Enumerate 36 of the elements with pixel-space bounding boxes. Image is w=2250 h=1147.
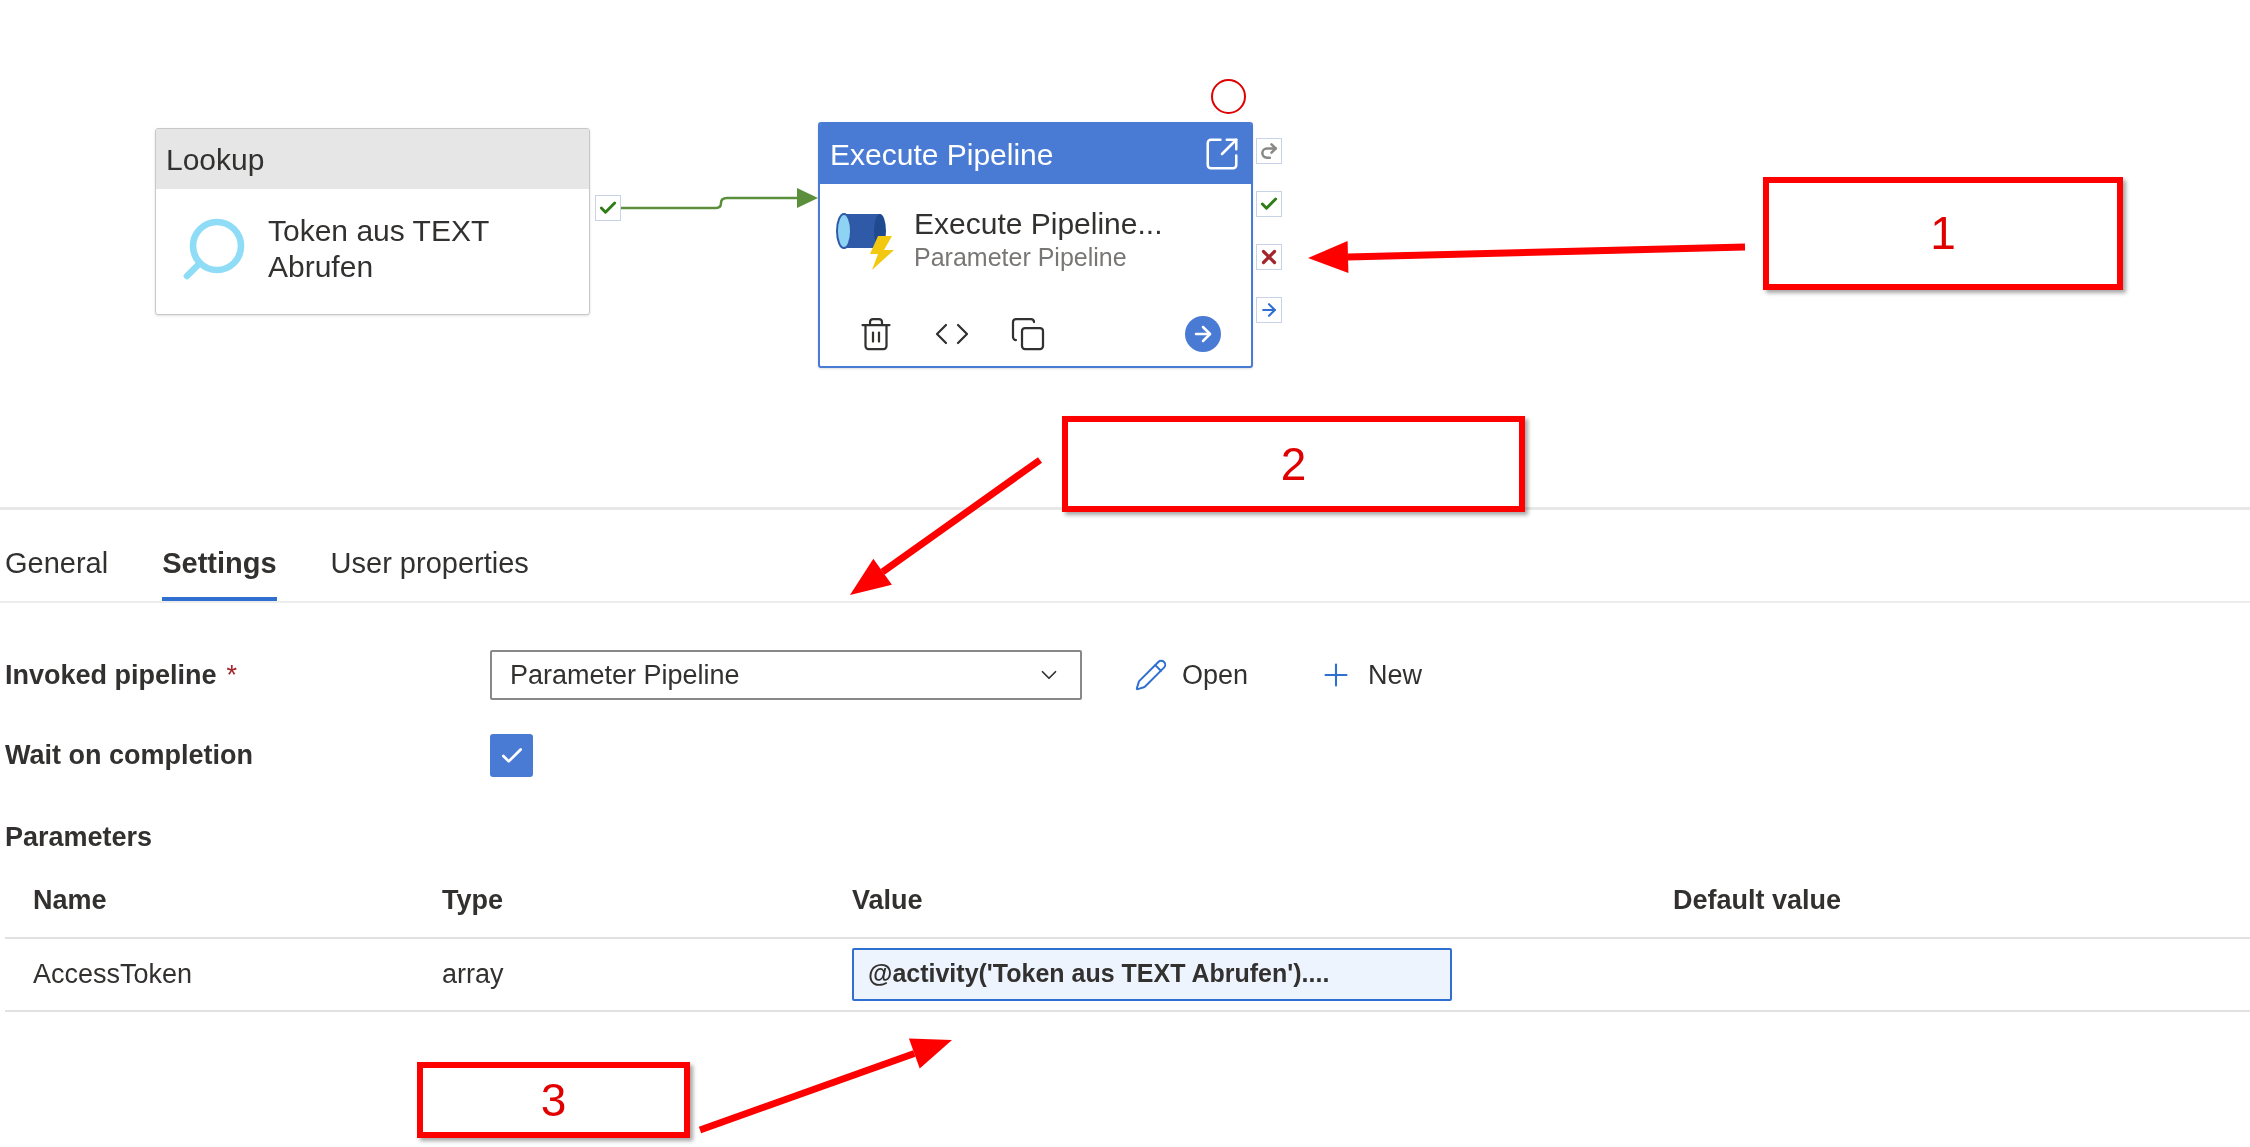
tab[interactable]: General (5, 541, 109, 601)
activity-type: Lookup (166, 141, 265, 178)
completion-port-icon[interactable] (1256, 297, 1282, 323)
tab[interactable]: Settings (162, 541, 277, 601)
field-label: Invoked pipeline (5, 658, 217, 692)
column-header: Type (442, 883, 503, 917)
field-label: Wait on completion (5, 739, 254, 773)
skip-port-icon[interactable] (1256, 138, 1282, 164)
success-port-icon[interactable] (1256, 191, 1282, 217)
activity-name: Execute Pipeline... (914, 206, 1163, 242)
success-port-icon[interactable] (595, 195, 621, 221)
annotation-box: 1 (1763, 177, 2123, 290)
column-header: Name (33, 883, 107, 917)
annotation-box: 2 (1062, 416, 1525, 512)
required-mark: * (226, 658, 238, 692)
activity-node[interactable]: Lookup Token aus TEXT Abrufen (155, 128, 590, 315)
open-external-icon[interactable] (1203, 135, 1241, 173)
table-cell-text: array (442, 957, 504, 991)
activity-subtitle: Parameter Pipeline (914, 242, 1128, 272)
annotation-box: 3 (417, 1062, 690, 1138)
column-header: Default value (1673, 883, 1842, 917)
action-button[interactable]: New (1318, 654, 1423, 696)
section-title: Parameters (5, 821, 154, 854)
pipeline-dropdown[interactable]: Parameter Pipeline (490, 650, 1082, 700)
action-button[interactable]: Open (1134, 654, 1249, 696)
checkbox[interactable] (490, 734, 533, 777)
pencil-icon (1134, 658, 1168, 692)
failure-port-icon[interactable] (1256, 244, 1282, 270)
tab[interactable]: User properties (330, 541, 529, 601)
value-input-field[interactable]: @activity('Token aus TEXT Abrufen').... (852, 947, 1452, 1001)
activity-name: Token aus TEXT Abrufen (268, 213, 490, 285)
table-cell-text: AccessToken (33, 957, 193, 991)
activity-type: Execute Pipeline (830, 136, 1054, 173)
activity-node[interactable]: Execute Pipeline Execute Pipeline... Parameter Pipeline (818, 122, 1253, 368)
column-header: Value (852, 883, 923, 917)
copy-icon[interactable] (1010, 316, 1046, 352)
